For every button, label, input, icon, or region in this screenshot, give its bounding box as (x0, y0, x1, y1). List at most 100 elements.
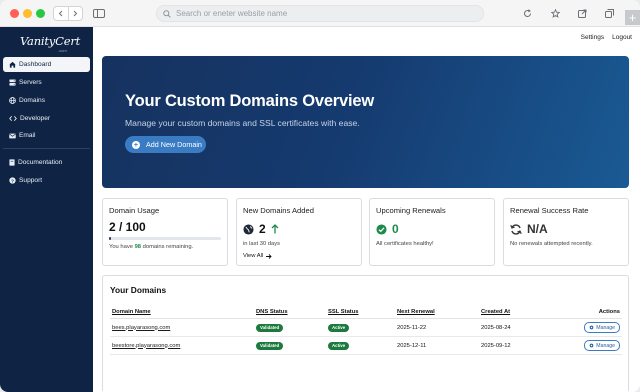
column-domain-name[interactable]: Domain Name (110, 307, 254, 319)
globe-icon (243, 223, 254, 235)
server-icon (9, 79, 16, 86)
manage-button[interactable]: Manage (584, 322, 620, 333)
top-nav: Settings Logout (581, 34, 632, 41)
share-icon[interactable] (574, 6, 590, 21)
created-at-cell: 2025-09-12 (479, 336, 559, 355)
search-icon (163, 5, 171, 23)
domain-name-link[interactable]: beestore.playarasong.com (110, 336, 254, 355)
actions-cell: Manage (559, 318, 622, 337)
overview-banner: Your Custom Domains Overview Manage your… (102, 56, 629, 188)
domains-table: Domain Name DNS Status SSL Status Next R… (110, 307, 622, 355)
forward-button[interactable] (67, 7, 83, 20)
back-button[interactable] (54, 7, 68, 20)
settings-link[interactable]: Settings (581, 34, 605, 41)
url-input[interactable] (176, 9, 456, 18)
new-tab-button[interactable]: + (625, 10, 640, 25)
renewals-value: 0 (392, 222, 399, 236)
question-icon: ? (9, 177, 16, 184)
check-circle-icon (376, 223, 387, 235)
ssl-status-cell: Active (326, 318, 395, 337)
maximize-window-button[interactable] (36, 9, 45, 18)
refresh-icon (510, 223, 522, 235)
sidebar-toggle-icon[interactable] (91, 6, 107, 21)
ssl-status-cell: Active (326, 336, 395, 355)
domains-title: Your Domains (110, 285, 167, 295)
manage-button[interactable]: Manage (584, 340, 620, 351)
sidebar-item-servers[interactable]: Servers (3, 75, 90, 90)
bookmark-star-icon[interactable] (547, 6, 563, 21)
sidebar-item-developer[interactable]: Developer (3, 111, 90, 126)
sidebar-item-domains[interactable]: Domains (3, 93, 90, 108)
usage-note-suffix: domains remaining. (141, 244, 194, 250)
main-content: Settings Logout Your Custom Domains Over… (93, 27, 640, 392)
code-icon (9, 116, 17, 121)
table-header-row: Domain Name DNS Status SSL Status Next R… (110, 307, 622, 319)
manage-label: Manage (596, 342, 615, 349)
app-logo[interactable]: VanityCert (20, 34, 80, 48)
plus-circle-icon: + (132, 139, 140, 149)
view-all-link[interactable]: View All (243, 253, 272, 259)
column-next-renewal[interactable]: Next Renewal (395, 307, 479, 319)
sidebar-item-support[interactable]: ? Support (3, 173, 90, 188)
sidebar-item-label: Developer (20, 115, 51, 122)
table-row: beestore.playarasong.com Validated Activ… (110, 336, 622, 355)
new-domains-stat: 2 (243, 222, 279, 236)
view-all-label: View All (243, 253, 264, 259)
status-badge: Validated (256, 341, 284, 350)
domain-name-link[interactable]: bees.playarasong.com (110, 318, 254, 337)
status-badge: Active (328, 341, 350, 350)
sidebar-item-label: Servers (19, 79, 42, 86)
arrow-right-icon (266, 253, 272, 259)
sidebar-item-label: Email (19, 132, 36, 139)
card-title: Renewal Success Rate (510, 206, 589, 215)
history-nav (53, 6, 83, 21)
new-domains-card: New Domains Added 2 in last 30 days View… (236, 198, 362, 266)
sidebar-item-documentation[interactable]: Documentation (3, 155, 90, 170)
created-at-cell: 2025-08-24 (479, 318, 559, 337)
table-row: bees.playarasong.com Validated Active 20… (110, 318, 622, 337)
envelope-icon (9, 133, 16, 138)
column-actions: Actions (559, 307, 622, 319)
upcoming-renewals-card: Upcoming Renewals 0 All certificates hea… (369, 198, 495, 266)
dns-status-cell: Validated (254, 336, 326, 355)
dns-status-cell: Validated (254, 318, 326, 337)
usage-progress-bar (109, 237, 221, 240)
close-window-button[interactable] (10, 9, 19, 18)
success-value: N/A (527, 222, 548, 236)
renewals-stat: 0 (376, 222, 399, 236)
globe-icon (9, 97, 16, 104)
sidebar-item-label: Dashboard (19, 61, 52, 68)
add-domain-button[interactable]: + Add New Domain (125, 136, 206, 153)
usage-progress-fill (109, 237, 112, 240)
status-badge: Validated (256, 323, 284, 332)
sidebar-item-dashboard[interactable]: Dashboard (3, 57, 90, 72)
browser-toolbar: + (0, 0, 640, 27)
page-title: Your Custom Domains Overview (125, 92, 374, 110)
reload-icon[interactable] (519, 6, 535, 21)
column-created-at[interactable]: Created At (479, 307, 559, 319)
page-subtitle: Manage your custom domains and SSL certi… (125, 118, 360, 128)
sidebar: VanityCert .com Dashboard Servers Domain… (0, 27, 93, 392)
next-renewal-cell: 2025-12-11 (395, 336, 479, 355)
sidebar-divider (3, 148, 90, 149)
card-title: New Domains Added (243, 206, 314, 215)
column-dns-status[interactable]: DNS Status (254, 307, 326, 319)
sidebar-item-email[interactable]: Email (3, 128, 90, 143)
gear-icon (589, 325, 594, 330)
logout-link[interactable]: Logout (612, 34, 632, 41)
app-logo-domain: .com (58, 48, 67, 53)
column-ssl-status[interactable]: SSL Status (326, 307, 395, 319)
sidebar-item-label: Support (19, 177, 43, 184)
address-bar[interactable] (156, 5, 484, 22)
sidebar-item-label: Domains (19, 97, 46, 104)
renewals-note: All certificates healthy! (376, 241, 434, 247)
success-stat: N/A (510, 222, 548, 236)
browser-window: + VanityCert .com Dashboard Servers Doma… (0, 0, 640, 392)
usage-note-prefix: You have (109, 244, 135, 250)
card-title: Upcoming Renewals (376, 206, 446, 215)
new-domains-note: in last 30 days (243, 241, 281, 247)
card-title: Domain Usage (109, 206, 160, 215)
minimize-window-button[interactable] (23, 9, 32, 18)
tabs-overview-icon[interactable] (601, 6, 617, 21)
svg-text:?: ? (11, 178, 14, 184)
